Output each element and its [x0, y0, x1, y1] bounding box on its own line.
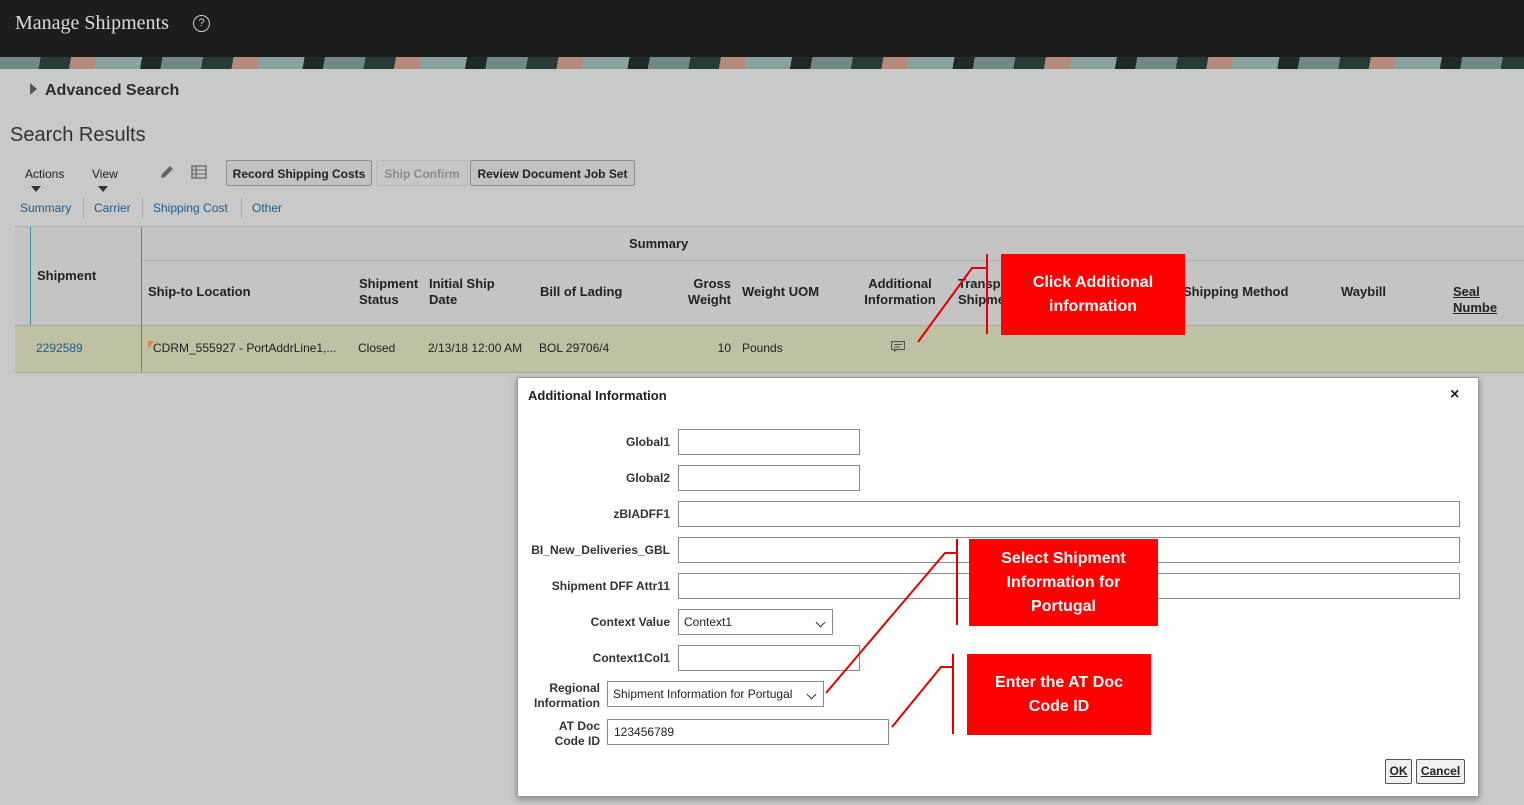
label-line: Code ID — [554, 734, 600, 748]
col-label-line: Additional — [868, 276, 932, 291]
callout-line: Enter the AT Doc — [994, 673, 1123, 691]
context1col1-label: Context1Col1 — [592, 651, 670, 665]
label-line: Regional — [549, 681, 600, 695]
tab-other[interactable]: Other — [252, 201, 282, 215]
context1col1-input[interactable] — [678, 645, 860, 671]
pencil-icon[interactable] — [157, 163, 177, 183]
review-document-job-set-button[interactable]: Review Document Job Set — [470, 160, 635, 186]
weight-uom-cell: Pounds — [742, 341, 783, 355]
dialog-title: Additional Information — [528, 388, 667, 403]
ship-to-location-cell: CDRM_555927 - PortAddrLine1,... — [153, 341, 337, 355]
global1-input[interactable] — [678, 429, 860, 455]
col-label-line: Gross — [693, 276, 731, 291]
tab-shipping-cost[interactable]: Shipping Cost — [153, 201, 228, 215]
col-initial-ship-date[interactable]: Initial Ship Date — [429, 276, 495, 308]
col-gross-weight[interactable]: Gross Weight — [675, 276, 731, 308]
chevron-down-icon — [815, 617, 826, 628]
label-line: Information — [534, 696, 600, 710]
col-additional-information[interactable]: Additional Information — [860, 276, 940, 308]
col-label-line: Initial Ship — [429, 276, 495, 291]
initial-ship-date-cell: 2/13/18 12:00 AM — [428, 341, 523, 355]
regional-information-selected: Shipment Information for Portugal — [613, 687, 793, 701]
context-value-select[interactable]: Context1 — [678, 609, 833, 635]
regional-information-label: Regional Information — [518, 681, 600, 711]
callout-line: Click Additional — [1032, 273, 1154, 291]
bill-of-lading-cell: BOL 29706/4 — [539, 341, 610, 355]
label-line: AT Doc — [558, 719, 600, 733]
disclosure-triangle-icon — [30, 82, 37, 95]
results-table: Shipment Summary Ship-to Location Shipme… — [15, 226, 1524, 373]
tab-separator — [142, 198, 143, 218]
col-weight-uom[interactable]: Weight UOM — [742, 284, 819, 300]
col-label-line: Information — [864, 292, 936, 307]
context-value-label: Context Value — [590, 615, 670, 629]
actions-menu-label: Actions — [25, 167, 65, 181]
col-transport-shipment[interactable]: Transp Shipme — [958, 276, 1005, 308]
record-shipping-costs-button[interactable]: Record Shipping Costs — [226, 160, 372, 186]
app-header: Manage Shipments ? — [0, 0, 1524, 57]
shipment-dff-attr11-label: Shipment DFF Attr11 — [551, 579, 670, 593]
cancel-button[interactable]: Cancel — [1416, 759, 1465, 784]
callout-select-shipment: Select Shipment Information for Portugal — [969, 539, 1158, 626]
col-shipment[interactable]: Shipment — [37, 268, 96, 284]
gross-weight-cell: 10 — [717, 341, 731, 355]
view-menu-label: View — [92, 167, 118, 181]
global2-input[interactable] — [678, 465, 860, 491]
col-label-line: Shipme — [958, 292, 1005, 307]
question-circle-icon[interactable]: ? — [193, 15, 210, 32]
decorative-banner — [0, 57, 1524, 69]
col-ship-to-location[interactable]: Ship-to Location — [148, 284, 251, 300]
callout-click-additional: Click Additional information — [1001, 254, 1185, 335]
actions-menu[interactable]: Actions — [25, 167, 64, 195]
tab-summary[interactable]: Summary — [20, 201, 71, 215]
zbiadff1-label: zBIADFF1 — [613, 507, 670, 521]
col-label-line: Transp — [958, 276, 1001, 291]
callout-line: information — [1049, 297, 1137, 315]
col-label-line: Date — [429, 292, 458, 307]
col-bill-of-lading[interactable]: Bill of Lading — [540, 284, 622, 300]
at-doc-code-id-label: AT Doc Code ID — [518, 719, 600, 749]
status-cell: Closed — [358, 341, 396, 355]
freeze-columns-icon[interactable] — [189, 163, 209, 183]
zbiadff1-input[interactable] — [678, 501, 1460, 527]
callout-line: Information for — [1006, 573, 1121, 591]
shipment-link[interactable]: 2292589 — [36, 341, 83, 355]
caret-down-icon — [98, 185, 108, 192]
column-divider — [141, 325, 142, 371]
regional-information-select[interactable]: Shipment Information for Portugal — [607, 681, 824, 707]
callout-enter-at-doc: Enter the AT Doc Code ID — [967, 654, 1151, 735]
additional-information-icon[interactable] — [890, 340, 906, 353]
bi-new-deliveries-label: BI_New_Deliveries_GBL — [531, 543, 670, 557]
global1-label: Global1 — [625, 435, 670, 449]
header-divider — [142, 260, 1524, 261]
callout-line: Code ID — [1028, 697, 1090, 715]
col-seal-number[interactable]: Seal Numbe — [1453, 284, 1524, 316]
col-group-summary: Summary — [629, 236, 689, 251]
tab-carrier[interactable]: Carrier — [94, 201, 131, 215]
col-shipment-status[interactable]: Shipment Status — [359, 276, 418, 308]
col-label-line: Weight — [687, 292, 731, 307]
advanced-search-label: Advanced Search — [45, 82, 180, 99]
callout-line: Select Shipment — [1001, 549, 1126, 567]
tab-separator — [241, 198, 242, 218]
col-label-line: Status — [359, 292, 399, 307]
advanced-search-toggle[interactable]: Advanced Search — [30, 82, 179, 100]
callout-line: Portugal — [1031, 597, 1096, 615]
close-icon[interactable]: × — [1450, 386, 1459, 404]
search-results-title: Search Results — [10, 124, 146, 146]
page-title: Manage Shipments — [15, 12, 169, 34]
col-label-line: Shipment — [359, 276, 419, 291]
caret-down-icon — [31, 185, 41, 192]
tab-separator — [83, 198, 84, 218]
at-doc-code-id-input[interactable] — [607, 719, 889, 745]
ship-confirm-button[interactable]: Ship Confirm — [376, 160, 468, 186]
chevron-down-icon — [806, 689, 817, 700]
col-waybill[interactable]: Waybill — [1341, 284, 1386, 300]
global2-label: Global2 — [625, 471, 670, 485]
col-shipping-method[interactable]: Shipping Method — [1183, 284, 1288, 300]
ok-button[interactable]: OK — [1385, 759, 1412, 784]
context-value-selected: Context1 — [684, 615, 733, 629]
view-menu[interactable]: View — [92, 167, 118, 195]
